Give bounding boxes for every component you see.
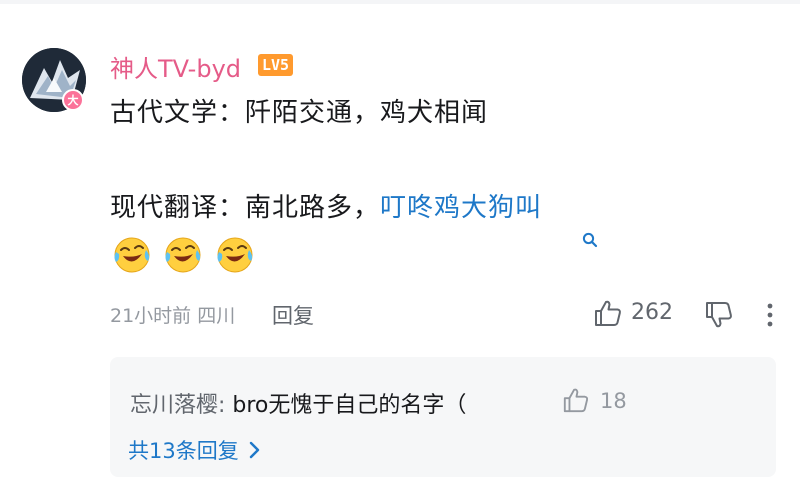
laughing-crying-emoji [165,237,201,273]
comment-time-location: 21小时前 四川 [110,305,236,327]
laughing-crying-emoji [114,237,150,273]
username[interactable]: 神人TV-byd [110,49,241,84]
view-all-replies-link[interactable]: 共13条回复 [128,435,261,465]
reply-button[interactable]: 回复 [272,300,314,330]
sub-reply-like-count: 18 [600,389,627,413]
sub-reply-author[interactable]: 忘川落樱: [130,393,232,418]
thumbs-up-icon[interactable] [593,298,623,328]
sub-reply-text: bro无愧于自己的名字（ [232,393,467,418]
like-count: 262 [631,300,673,325]
more-options-icon[interactable] [762,302,778,328]
comment-text-line-1: 古代文学：阡陌交通，鸡犬相闻 [110,98,489,128]
thumbs-down-icon[interactable] [704,300,734,330]
comment-text-line-2: 现代翻译：南北路多，叮咚鸡大狗叫 [110,187,542,224]
avatar-badge: 大 [62,89,84,111]
thumbs-up-icon[interactable] [562,386,590,414]
search-icon[interactable] [581,231,599,249]
chevron-right-icon [249,441,259,459]
level-badge: LV5 [258,54,294,76]
view-all-replies-label: 共13条回复 [128,439,239,463]
replies-preview: 忘川落樱: bro无愧于自己的名字（ 18 共13条回复 [110,357,776,477]
search-keyword-link[interactable]: 叮咚鸡大狗叫 [380,193,542,223]
laughing-crying-emoji [217,237,253,273]
sub-reply[interactable]: 忘川落樱: bro无愧于自己的名字（ [130,387,466,419]
top-divider [0,0,800,4]
comment-text-prefix: 现代翻译：南北路多， [110,193,381,223]
